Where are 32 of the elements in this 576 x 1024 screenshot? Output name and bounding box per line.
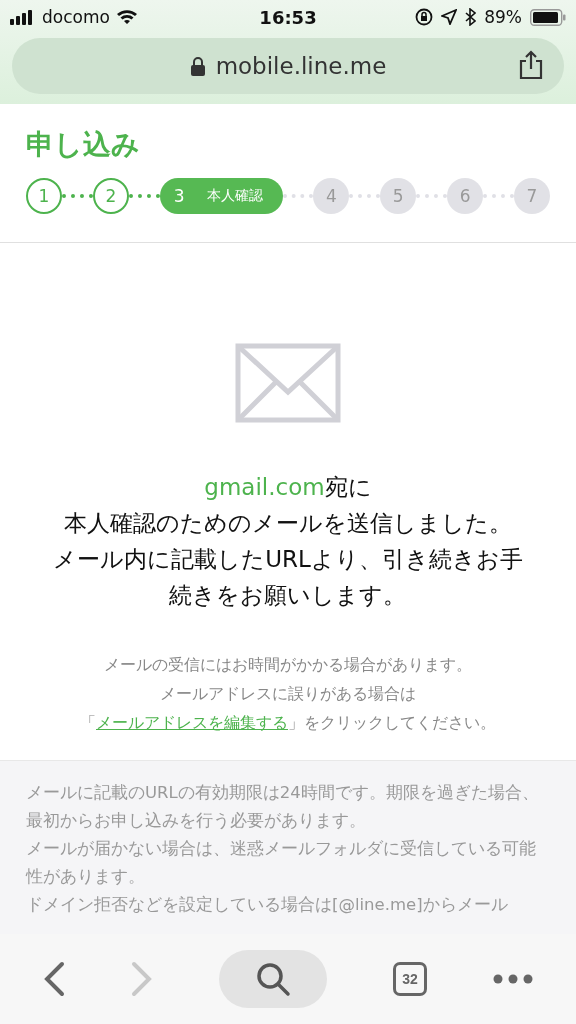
step-indicator: 5 bbox=[380, 178, 417, 214]
info-text: メールに記載のURLの有効期限は24時間です。期限を過ぎた場合、最初からお申し込みを行う必要があります。 bbox=[26, 782, 540, 832]
forward-icon bbox=[131, 961, 153, 997]
step-indicator: 1 bbox=[26, 178, 62, 214]
share-icon bbox=[518, 50, 544, 80]
info-text: ドメイン拒否などを設定している場合は[@line.me]からメール bbox=[26, 894, 509, 916]
more-icon bbox=[493, 974, 533, 984]
address-bar[interactable]: mobile.line.me bbox=[12, 38, 564, 94]
step-indicator: 2 bbox=[92, 178, 129, 214]
confirmation-message: gmail.com宛に 本人確認のためのメールを送信しました。 メール内に記載したURLより、引き続きお手 続きをお願いします。 bbox=[53, 473, 523, 610]
battery-icon bbox=[530, 8, 566, 26]
battery-percent: 89% bbox=[484, 7, 522, 27]
lock-icon bbox=[189, 56, 206, 76]
clock-time: 16:53 bbox=[259, 6, 317, 28]
info-text: メールが届かない場合は、迷惑メールフォルダに受信している可能性があります。 bbox=[26, 838, 537, 888]
rotation-lock-icon bbox=[415, 8, 434, 26]
more-button[interactable] bbox=[493, 974, 533, 984]
back-button[interactable] bbox=[43, 961, 65, 997]
step-indicator: 7 bbox=[514, 178, 550, 214]
tabs-button[interactable]: 32 bbox=[393, 962, 427, 996]
back-icon bbox=[43, 961, 65, 997]
step-indicator: 6 bbox=[447, 178, 484, 214]
location-icon bbox=[441, 9, 458, 25]
bluetooth-icon bbox=[465, 8, 477, 26]
envelope-icon bbox=[235, 343, 341, 423]
notice-text: メールの受信にはお時間がかかる場合があります。 メールアドレスに誤りがある場合は 「メールアドレスを編集する」をクリックしてください。 bbox=[80, 655, 496, 734]
page-title: 申し込み bbox=[26, 127, 141, 163]
carrier-name: docomo bbox=[42, 7, 110, 27]
search-icon bbox=[254, 960, 292, 998]
step-indicator: 4 bbox=[313, 178, 350, 214]
wifi-icon bbox=[115, 9, 138, 25]
step-indicator: 3 本人確認 bbox=[159, 178, 283, 214]
